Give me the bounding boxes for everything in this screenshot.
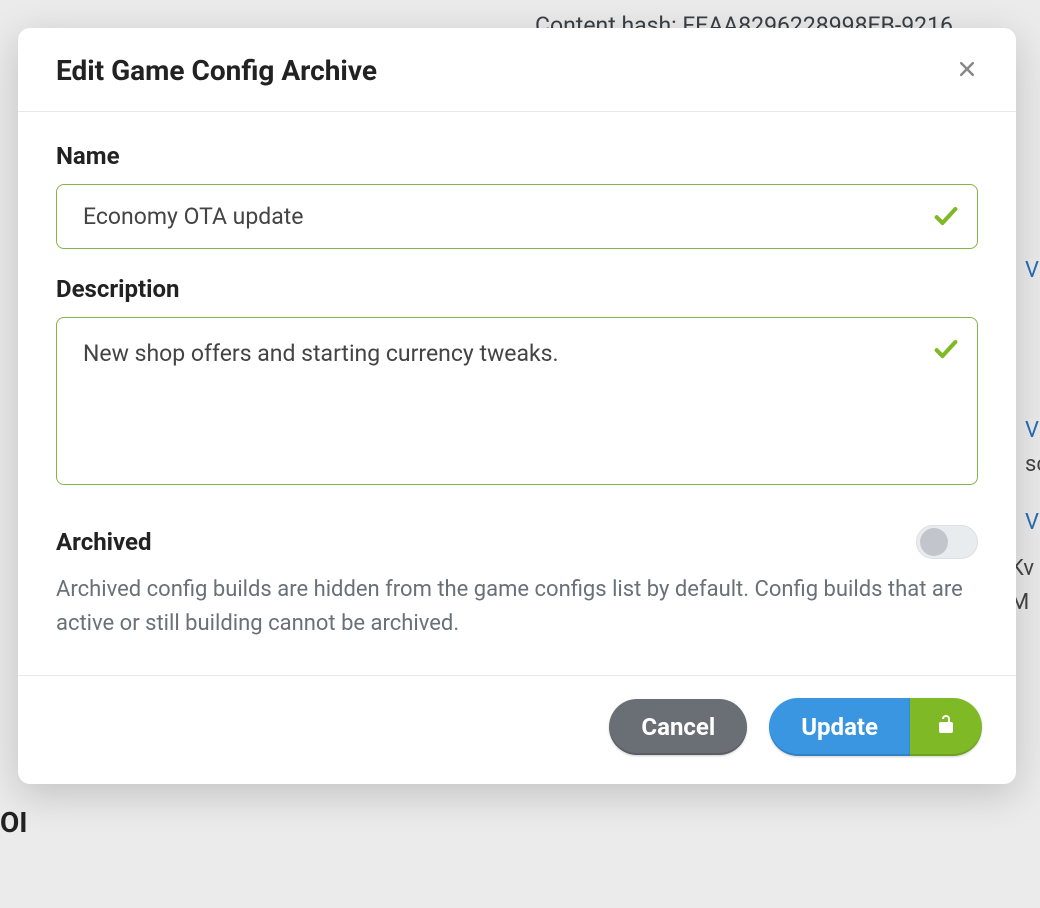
description-input-wrap xyxy=(56,317,978,489)
modal-footer: Cancel Update xyxy=(18,675,1016,784)
check-icon xyxy=(932,335,960,367)
update-button-group: Update xyxy=(769,698,982,756)
archived-row: Archived xyxy=(56,525,978,559)
modal-title: Edit Game Config Archive xyxy=(56,54,377,87)
archived-toggle[interactable] xyxy=(916,525,978,559)
bg-fragment: sc xyxy=(1025,452,1040,477)
name-input-wrap xyxy=(56,184,978,249)
name-label: Name xyxy=(56,142,978,170)
check-icon xyxy=(932,202,960,234)
archived-label: Archived xyxy=(56,528,151,556)
unlock-icon xyxy=(934,712,958,742)
close-button[interactable] xyxy=(952,56,982,86)
description-input[interactable] xyxy=(56,317,978,485)
cancel-button[interactable]: Cancel xyxy=(609,699,747,755)
description-field-group: Description xyxy=(56,275,978,489)
close-icon xyxy=(957,59,977,82)
modal-body: Name Description xyxy=(18,112,1016,675)
bg-fragment: Vi xyxy=(1025,418,1040,443)
bg-fragment: OI xyxy=(0,806,28,839)
bg-fragment: Vi xyxy=(1025,258,1040,283)
unlock-button[interactable] xyxy=(910,698,982,756)
edit-game-config-modal: Edit Game Config Archive Name Descr xyxy=(18,28,1016,784)
description-label: Description xyxy=(56,275,978,303)
update-button[interactable]: Update xyxy=(769,698,910,756)
name-field-group: Name xyxy=(56,142,978,249)
modal-header: Edit Game Config Archive xyxy=(18,28,1016,112)
name-input[interactable] xyxy=(56,184,978,249)
archived-help-text: Archived config builds are hidden from t… xyxy=(56,573,978,641)
bg-fragment: Vi xyxy=(1025,510,1040,535)
toggle-knob xyxy=(920,528,948,556)
